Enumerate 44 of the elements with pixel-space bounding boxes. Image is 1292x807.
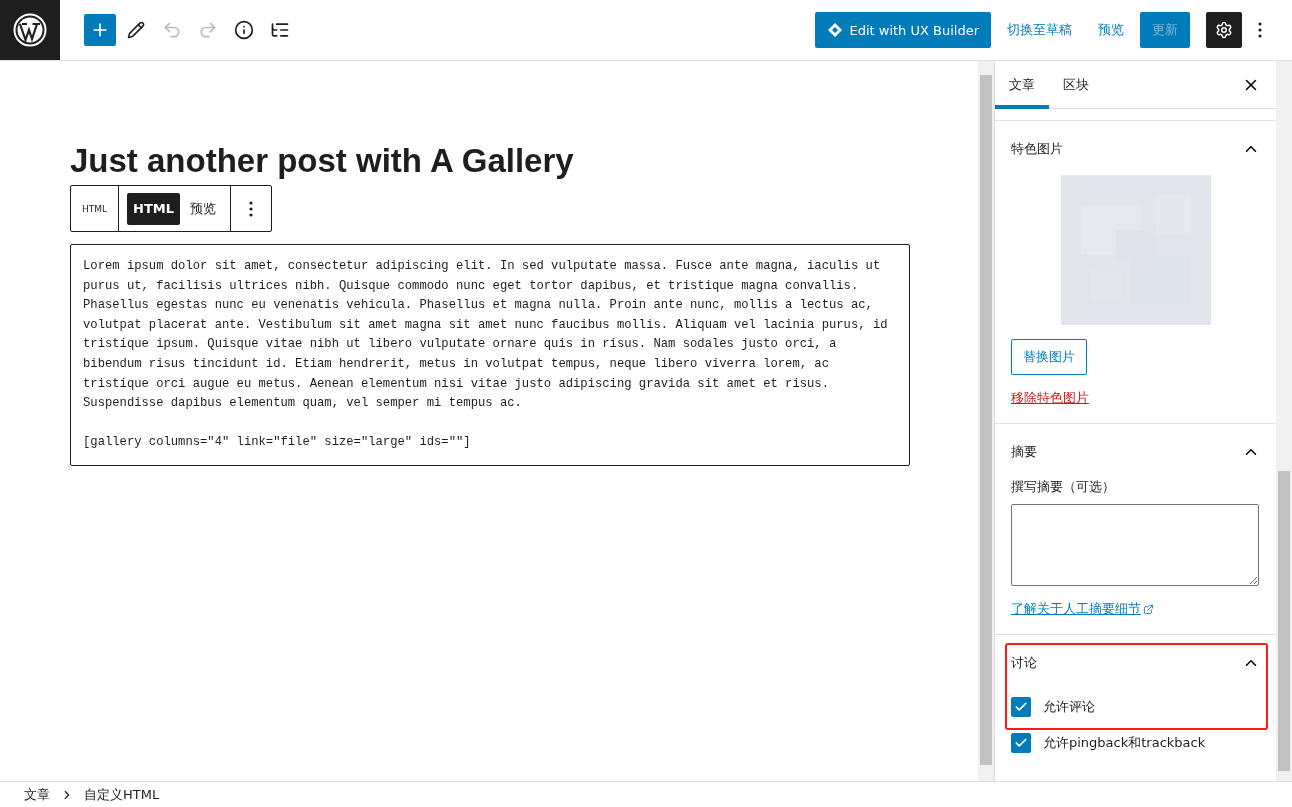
section-title: 摘要 <box>1011 443 1037 461</box>
help-link[interactable]: 了解关于人工摘要细节 <box>1011 600 1154 618</box>
checkbox-label: 允许评论 <box>1043 698 1095 716</box>
diamond-icon <box>827 22 844 38</box>
sidebar-scrollbar[interactable] <box>1276 61 1292 781</box>
breadcrumb-item[interactable]: 自定义HTML <box>78 785 166 804</box>
code-text: [gallery columns="4" link="file" size="large" ids=""] <box>83 434 472 452</box>
remove-image-link[interactable]: 移除特色图片 <box>1011 389 1089 407</box>
field-label: 撰写摘要（可选） <box>1011 478 1116 496</box>
section-title: 讨论 <box>1011 654 1037 672</box>
html-code-field[interactable] <box>70 244 910 466</box>
list-icon <box>270 20 290 40</box>
ux-builder-button[interactable]: Edit with UX Builder <box>815 12 991 48</box>
block-type-label: HTML <box>80 203 108 214</box>
code-text: Lorem ipsum dolor sit amet, consectetur adipiscing elit. In sed vulputate massa. Fusce ante magna, iaculis ut purus ut, facilisis ultrices nibh. Quisque commodo nunc eget tortor dapibus, et tristique magna convallis. Phasellus egestas nunc eu venenatis vehicula. Phasellus et magna nulla. Proin ante nunc, mollis a lectus ac, volutpat placerat ante. Vestibulum sit amet magna sit amet nunc faucibus mollis. Aliquam vel lacinia purus, id tristique ipsum. Quisque vitae nibh ut libero vulputate ornare quis in risus. Nam sodales justo orci, a bibendum risus tincidunt id. Etiam hendrerit, metus in volutpat tempus, neque libero viverra lorem, ac tristique orci augue eu metus. Aenean elementum nisi vitae justo adipiscing gravida sit amet et risus. Suspendisse dapibus elementum quam, vel semper mi tempus ac. <box>83 258 889 413</box>
section-title: 特色图片 <box>1011 140 1063 158</box>
external-link-icon <box>1143 603 1154 615</box>
mode-tab[interactable]: 预览 <box>183 192 222 225</box>
switch-to-draft-button[interactable]: 切换至草稿 <box>997 12 1082 48</box>
sidebar-tab[interactable]: 区块 <box>1049 61 1103 109</box>
checkbox[interactable] <box>1011 697 1031 717</box>
settings-icon <box>1215 21 1233 39</box>
excerpt-field[interactable] <box>1011 504 1259 586</box>
mode-tab[interactable]: HTML <box>127 192 180 225</box>
info-icon <box>234 20 254 40</box>
add-tool-button[interactable] <box>84 14 116 46</box>
redo-icon <box>198 20 218 40</box>
post-title[interactable]: Just another post with A Gallery <box>70 141 908 181</box>
checkbox-label: 允许pingback和trackback <box>1043 734 1206 752</box>
checkbox[interactable] <box>1011 733 1031 753</box>
sidebar-tab[interactable]: 文章 <box>995 61 1049 109</box>
preview-button[interactable]: 预览 <box>1088 12 1134 48</box>
scrollbar[interactable] <box>978 61 994 781</box>
check-icon <box>1014 700 1028 714</box>
logo-tile[interactable] <box>0 0 60 60</box>
pencil-icon <box>127 21 145 39</box>
more-icon <box>1258 22 1262 38</box>
breadcrumb-item[interactable]: 文章 <box>18 785 56 804</box>
undo-icon <box>162 20 182 40</box>
more-icon <box>248 200 253 217</box>
replace-image-button[interactable]: 替换图片 <box>1011 339 1087 375</box>
settings-button[interactable] <box>1206 12 1242 48</box>
wordpress-logo-icon <box>13 13 47 47</box>
check-icon <box>1014 736 1028 750</box>
